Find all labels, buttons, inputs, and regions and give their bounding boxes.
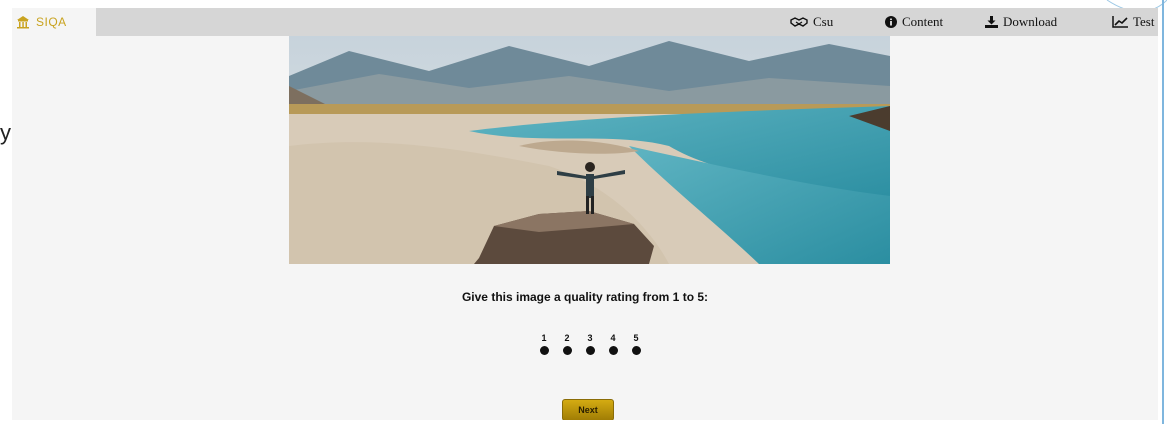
brand[interactable]: SIQA bbox=[12, 8, 96, 36]
rating-prompt: Give this image a quality rating from 1 … bbox=[461, 290, 709, 304]
rated-image bbox=[289, 36, 890, 264]
top-navbar: SIQA Csu Content Download Test bbox=[12, 8, 1158, 36]
side-text-fragment: y bbox=[0, 120, 11, 145]
radio-button-5[interactable] bbox=[631, 346, 641, 355]
nav-download[interactable]: Download bbox=[985, 8, 1057, 36]
nav-content[interactable]: Content bbox=[885, 8, 943, 36]
rating-option-4[interactable]: 4 bbox=[606, 333, 620, 355]
rating-option-5[interactable]: 5 bbox=[629, 333, 643, 355]
nav-csu[interactable]: Csu bbox=[790, 8, 833, 36]
nav-download-label: Download bbox=[1003, 14, 1058, 29]
rating-option-2[interactable]: 2 bbox=[560, 333, 574, 355]
handshake-icon bbox=[790, 17, 808, 27]
download-icon bbox=[985, 16, 998, 28]
temple-icon bbox=[17, 16, 29, 29]
brand-name: SIQA bbox=[36, 15, 67, 29]
rating-option-1[interactable]: 1 bbox=[537, 333, 551, 355]
line-chart-icon bbox=[1112, 16, 1128, 28]
radio-button-2[interactable] bbox=[562, 346, 572, 355]
rating-label-5: 5 bbox=[633, 333, 639, 343]
radio-button-3[interactable] bbox=[585, 346, 595, 355]
next-button[interactable]: Next bbox=[562, 399, 614, 420]
rating-label-3: 3 bbox=[587, 333, 593, 343]
radio-button-1[interactable] bbox=[539, 346, 549, 355]
landscape-photo bbox=[289, 36, 890, 264]
nav-csu-label: Csu bbox=[813, 14, 834, 29]
rating-label-1: 1 bbox=[541, 333, 547, 343]
rating-label-4: 4 bbox=[610, 333, 616, 343]
radio-button-4[interactable] bbox=[608, 346, 618, 355]
nav-test-label: Test bbox=[1133, 14, 1155, 29]
nav-content-label: Content bbox=[902, 14, 944, 29]
rating-option-3[interactable]: 3 bbox=[583, 333, 597, 355]
rating-options: 1 2 3 4 5 bbox=[537, 333, 647, 359]
rating-label-2: 2 bbox=[564, 333, 570, 343]
nav-test[interactable]: Test bbox=[1112, 8, 1154, 36]
app-frame: SIQA Csu Content Download Test Give this… bbox=[12, 8, 1158, 420]
info-icon bbox=[885, 16, 897, 28]
